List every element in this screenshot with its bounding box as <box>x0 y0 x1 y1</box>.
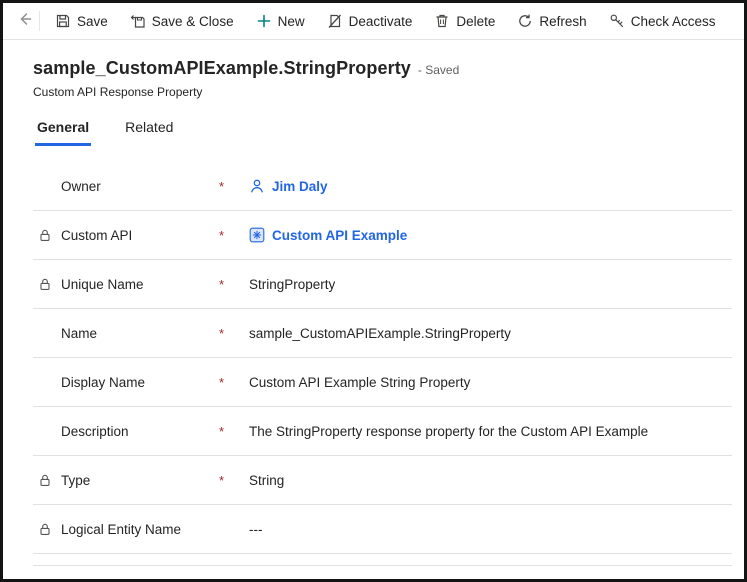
custom-api-record-icon <box>249 227 265 243</box>
field-row-display-name: Display Name * Custom API Example String… <box>33 358 732 407</box>
owner-link-text[interactable]: Jim Daly <box>272 179 328 194</box>
field-label: Custom API <box>61 228 219 243</box>
field-label: Logical Entity Name <box>61 522 219 537</box>
required-marker: * <box>219 277 239 292</box>
plus-icon <box>256 13 272 29</box>
back-button[interactable] <box>9 3 39 39</box>
delete-icon <box>434 13 450 29</box>
lock-icon <box>39 474 61 487</box>
form-tabs: General Related <box>3 117 744 146</box>
deactivate-icon <box>327 13 343 29</box>
new-button[interactable]: New <box>245 3 316 39</box>
record-type-subtitle: Custom API Response Property <box>33 85 744 99</box>
refresh-label: Refresh <box>539 14 586 29</box>
type-value[interactable]: String <box>239 473 732 488</box>
command-bar: Save Save & Close New Deactivate Delete <box>3 3 744 40</box>
save-and-close-button[interactable]: Save & Close <box>119 3 245 39</box>
field-label: Description <box>61 424 219 439</box>
description-value[interactable]: The StringProperty response property for… <box>239 424 732 439</box>
display-name-value[interactable]: Custom API Example String Property <box>239 375 732 390</box>
refresh-button[interactable]: Refresh <box>506 3 597 39</box>
field-label: Owner <box>61 179 219 194</box>
check-access-icon <box>609 13 625 29</box>
owner-lookup-value[interactable]: Jim Daly <box>239 178 732 194</box>
save-and-close-label: Save & Close <box>152 14 234 29</box>
required-marker: * <box>219 375 239 390</box>
required-marker: * <box>219 179 239 194</box>
save-icon <box>55 13 71 29</box>
required-marker: * <box>219 228 239 243</box>
check-access-button[interactable]: Check Access <box>598 3 727 39</box>
field-row-name: Name * sample_CustomAPIExample.StringPro… <box>33 309 732 358</box>
save-close-icon <box>130 13 146 29</box>
save-button[interactable]: Save <box>44 3 119 39</box>
required-marker: * <box>219 424 239 439</box>
required-marker: * <box>219 326 239 341</box>
delete-label: Delete <box>456 14 495 29</box>
field-row-type: Type * String <box>33 456 732 505</box>
custom-api-link-text[interactable]: Custom API Example <box>272 228 407 243</box>
page-title: sample_CustomAPIExample.StringProperty <box>33 58 411 79</box>
tab-related[interactable]: Related <box>123 117 175 146</box>
save-status-text: - Saved <box>418 63 459 77</box>
delete-button[interactable]: Delete <box>423 3 506 39</box>
back-arrow-icon <box>16 11 32 32</box>
field-row-logical-entity-name: Logical Entity Name --- <box>33 505 732 554</box>
deactivate-button[interactable]: Deactivate <box>316 3 424 39</box>
deactivate-label: Deactivate <box>349 14 413 29</box>
lock-icon <box>39 523 61 536</box>
empty-row <box>33 554 732 566</box>
lock-icon <box>39 278 61 291</box>
field-label: Name <box>61 326 219 341</box>
name-value[interactable]: sample_CustomAPIExample.StringProperty <box>239 326 732 341</box>
custom-api-lookup-value[interactable]: Custom API Example <box>239 227 732 243</box>
new-label: New <box>278 14 305 29</box>
field-label: Type <box>61 473 219 488</box>
form-section-general: Owner * Jim Daly Custom API * Custom API… <box>33 162 732 566</box>
field-row-custom-api: Custom API * Custom API Example <box>33 211 732 260</box>
field-row-description: Description * The StringProperty respons… <box>33 407 732 456</box>
app-window: Save Save & Close New Deactivate Delete <box>0 0 747 582</box>
required-marker: * <box>219 473 239 488</box>
tab-general[interactable]: General <box>35 117 91 146</box>
field-label: Display Name <box>61 375 219 390</box>
save-label: Save <box>77 14 108 29</box>
field-row-owner: Owner * Jim Daly <box>33 162 732 211</box>
logical-entity-name-value[interactable]: --- <box>239 522 732 537</box>
field-label: Unique Name <box>61 277 219 292</box>
check-access-label: Check Access <box>631 14 716 29</box>
refresh-icon <box>517 13 533 29</box>
field-row-unique-name: Unique Name * StringProperty <box>33 260 732 309</box>
toolbar-divider <box>39 11 40 31</box>
lock-icon <box>39 229 61 242</box>
record-header: sample_CustomAPIExample.StringProperty -… <box>3 40 744 99</box>
unique-name-value[interactable]: StringProperty <box>239 277 732 292</box>
person-icon <box>249 178 265 194</box>
